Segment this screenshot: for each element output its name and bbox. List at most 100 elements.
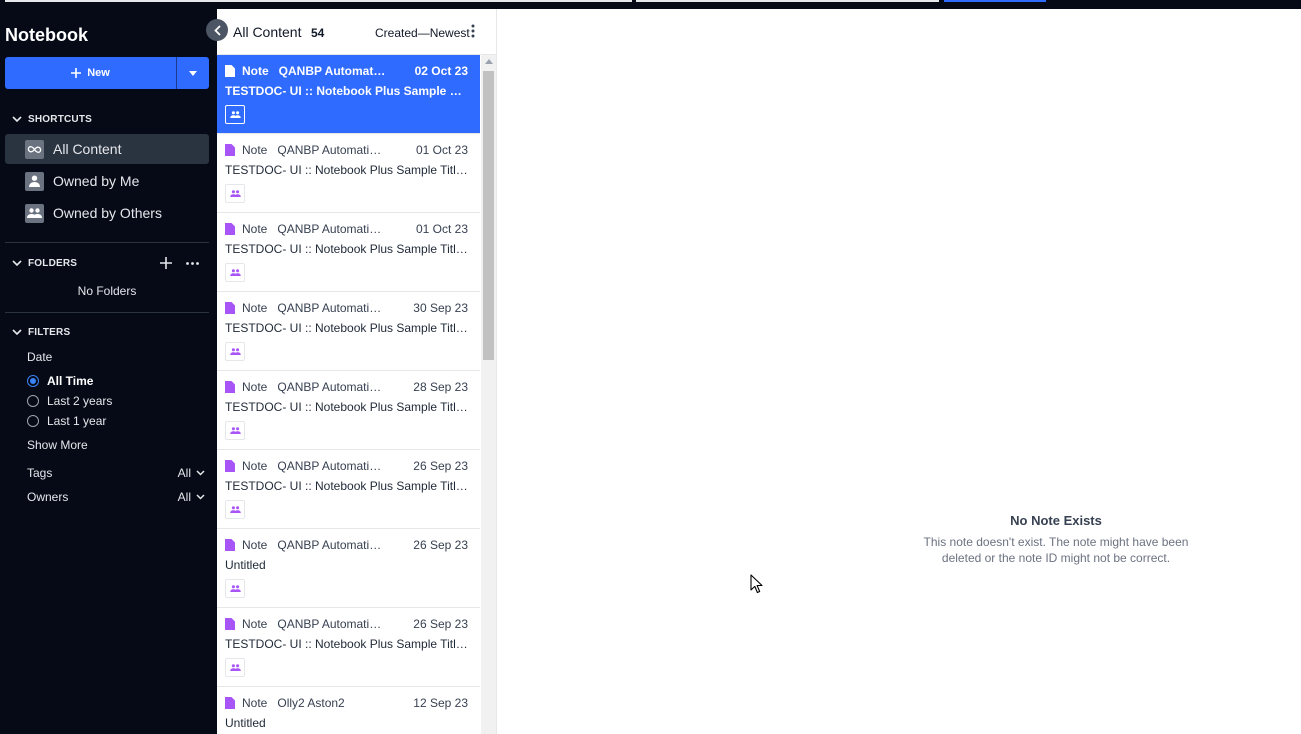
new-dropdown-button[interactable] (177, 57, 209, 89)
people-icon (229, 585, 241, 592)
tags-dropdown[interactable]: All (178, 466, 205, 480)
note-icon (225, 460, 235, 472)
shared-badge (225, 342, 245, 361)
note-meta: Note QANBP Automation User 30 Sep 23 (225, 301, 468, 315)
folder-actions (160, 257, 199, 269)
note-meta: Note Olly2 Aston2 12 Sep 23 (225, 696, 468, 710)
collapse-sidebar-button[interactable] (206, 19, 228, 41)
content-list-panel: All Content 54 Created—Newest Note QANBP… (217, 9, 497, 734)
date-option-last-2-years[interactable]: Last 2 years (27, 394, 112, 408)
scroll-up-arrow-icon[interactable] (485, 59, 493, 64)
note-title: Untitled (225, 716, 266, 730)
note-row[interactable]: Note QANBP Automation User 02 Oct 23 TES… (217, 55, 480, 134)
radio[interactable] (27, 395, 39, 407)
shortcuts-section-toggle[interactable]: SHORTCUTS (12, 114, 92, 125)
date-option-all-time[interactable]: All Time (27, 374, 93, 388)
radio[interactable] (27, 415, 39, 427)
note-type: Note (242, 617, 268, 631)
note-row[interactable]: Note QANBP Automation User 26 Sep 23 TES… (217, 608, 480, 687)
note-type: Note (242, 459, 268, 473)
add-folder-icon[interactable] (160, 257, 172, 269)
chevron-down-icon (12, 116, 22, 123)
note-row[interactable]: Note QANBP Automation User 30 Sep 23 TES… (217, 292, 480, 371)
note-icon (225, 302, 235, 314)
note-type: Note (242, 143, 268, 157)
shortcut-all-content[interactable]: All Content (5, 134, 209, 164)
shortcuts-heading: SHORTCUTS (28, 114, 93, 125)
shared-badge (225, 184, 245, 203)
shared-badge (225, 500, 245, 519)
note-type: Note (242, 222, 268, 236)
scroll-thumb[interactable] (483, 71, 494, 360)
note-list: Note QANBP Automation User 02 Oct 23 TES… (217, 55, 480, 734)
note-date: 30 Sep 23 (413, 301, 468, 315)
date-option-last-1-year[interactable]: Last 1 year (27, 414, 106, 428)
note-title: Untitled (225, 558, 266, 572)
top-bar-segment-active (944, 0, 1046, 2)
note-icon (225, 381, 235, 393)
note-row[interactable]: Note QANBP Automation User 26 Sep 23 TES… (217, 450, 480, 529)
tags-value: All (177, 466, 191, 480)
note-meta: Note QANBP Automation User 01 Oct 23 (225, 222, 468, 236)
people-icon (229, 111, 241, 118)
caret-down-icon (189, 70, 197, 76)
sort-dropdown[interactable]: Created—Newest (375, 26, 470, 40)
note-row[interactable]: Note Olly2 Aston2 12 Sep 23 Untitled (217, 687, 480, 734)
empty-state: No Note Exists This note doesn't exist. … (906, 513, 1206, 566)
filters-heading: FILTERS (28, 327, 71, 338)
chevron-down-icon (12, 260, 22, 267)
note-meta: Note QANBP Automation User 01 Oct 23 (225, 143, 468, 157)
shortcut-owned-by-me[interactable]: Owned by Me (5, 166, 209, 196)
filters-section-toggle[interactable]: FILTERS (12, 327, 70, 338)
note-title: TESTDOC- UI :: Notebook Plus Sample Titl… (225, 637, 468, 651)
note-type: Note (242, 64, 269, 78)
date-filter-label: Date (27, 350, 53, 364)
owners-dropdown[interactable]: All (178, 490, 205, 504)
note-title: TESTDOC- UI :: Notebook Plus Sample Titl… (225, 84, 468, 98)
radio-selected[interactable] (27, 375, 39, 387)
shortcut-owned-by-others[interactable]: Owned by Others (5, 198, 209, 228)
note-row[interactable]: Note QANBP Automation User 01 Oct 23 TES… (217, 134, 480, 213)
new-button-group: New (5, 57, 209, 89)
app-title: Notebook (5, 25, 88, 45)
note-icon (225, 618, 235, 630)
folders-section-toggle[interactable]: FOLDERS (12, 258, 77, 269)
note-owner: QANBP Automation User (277, 459, 387, 473)
person-icon (25, 171, 44, 191)
date-option-label: Last 2 years (47, 394, 113, 408)
owners-filter[interactable]: Owners All (27, 490, 205, 504)
shared-badge (225, 421, 245, 440)
note-type: Note (242, 301, 268, 315)
shortcut-label: Owned by Me (53, 173, 140, 189)
note-owner: QANBP Automation User (277, 301, 387, 315)
note-owner: QANBP Automation User (277, 538, 387, 552)
note-meta: Note QANBP Automation User 02 Oct 23 (225, 64, 468, 78)
chevron-left-icon (213, 24, 221, 36)
note-icon (225, 697, 235, 709)
list-title: All Content (233, 24, 302, 40)
more-horizontal-icon[interactable] (186, 261, 199, 265)
sidebar-divider (5, 242, 209, 243)
sidebar-divider (5, 312, 209, 313)
note-date: 01 Oct 23 (415, 222, 468, 236)
people-icon (25, 203, 44, 223)
mouse-cursor-icon (750, 574, 763, 594)
new-button[interactable]: New (5, 57, 176, 89)
owners-label: Owners (27, 490, 69, 504)
note-row[interactable]: Note QANBP Automation User 01 Oct 23 TES… (217, 213, 480, 292)
people-icon (229, 664, 241, 671)
tags-filter[interactable]: Tags All (27, 466, 205, 480)
note-owner: QANBP Automation User (277, 222, 387, 236)
note-icon (225, 65, 235, 77)
more-vertical-icon[interactable] (471, 24, 475, 38)
shortcut-label: All Content (53, 141, 122, 157)
note-owner: QANBP Automation User (278, 64, 389, 78)
note-row[interactable]: Note QANBP Automation User 28 Sep 23 TES… (217, 371, 480, 450)
top-bar-segment (5, 0, 632, 2)
note-row[interactable]: Note QANBP Automation User 26 Sep 23 Unt… (217, 529, 480, 608)
note-type: Note (242, 380, 268, 394)
list-scrollbar[interactable] (481, 55, 496, 734)
show-more-link[interactable]: Show More (27, 438, 88, 452)
new-button-label: New (87, 67, 110, 79)
note-date: 28 Sep 23 (413, 380, 468, 394)
